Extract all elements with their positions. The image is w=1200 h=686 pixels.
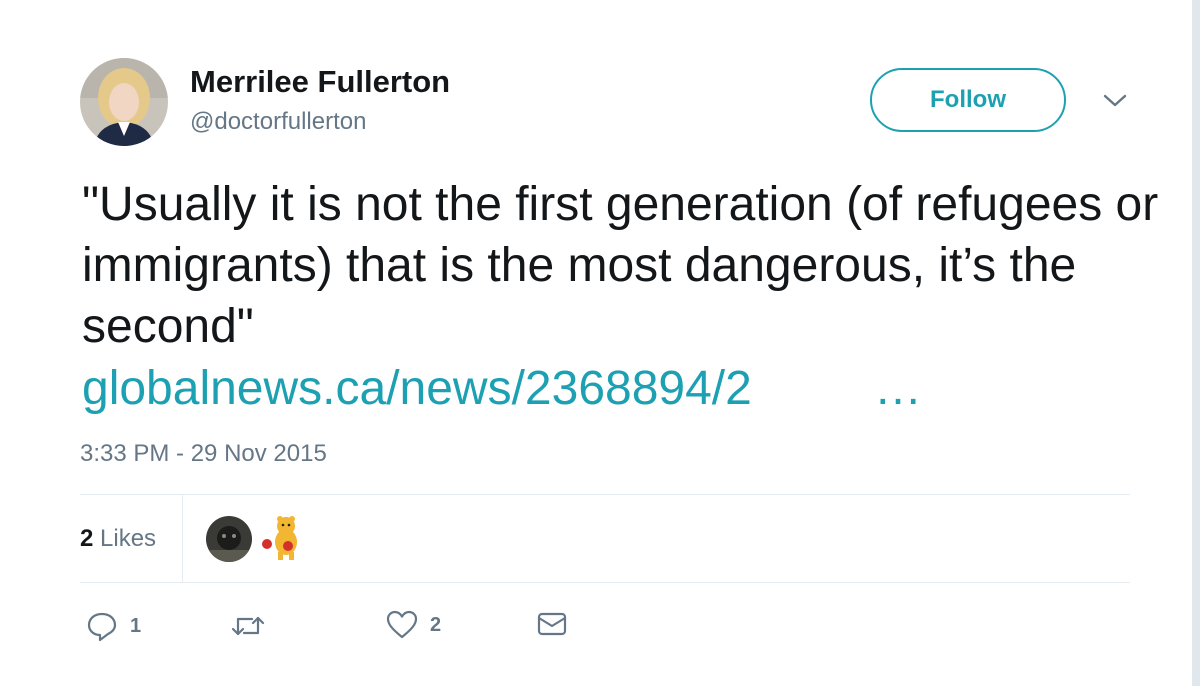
likes-stat[interactable]: 2 Likes — [80, 525, 156, 553]
reply-button[interactable]: 1 — [86, 610, 141, 642]
retweet-icon — [231, 616, 265, 636]
envelope-icon — [537, 612, 567, 636]
like-button[interactable]: 2 — [386, 610, 441, 640]
chevron-down-icon[interactable] — [1102, 90, 1128, 110]
likes-label: Likes — [100, 525, 157, 552]
divider-vertical — [182, 494, 183, 582]
heart-icon — [386, 610, 418, 639]
tweet-link-ellipsis[interactable]: … — [874, 358, 922, 419]
divider-bottom — [80, 582, 1130, 583]
liker-avatar[interactable] — [258, 514, 306, 562]
direct-message-button[interactable] — [536, 610, 568, 638]
tweet-link[interactable]: globalnews.ca/news/2368894/2 — [82, 358, 752, 419]
reply-icon — [87, 612, 117, 642]
tweet-text: "Usually it is not the first generation … — [82, 178, 1159, 353]
reply-count: 1 — [130, 614, 142, 637]
author-handle[interactable]: @doctorfullerton — [190, 108, 366, 136]
tweet-timestamp[interactable]: 3:33 PM - 29 Nov 2015 — [80, 440, 327, 468]
like-count: 2 — [430, 613, 442, 636]
follow-button[interactable]: Follow — [870, 68, 1066, 132]
tweet-card: Merrilee Fullerton @doctorfullerton Foll… — [0, 0, 1192, 686]
author-avatar[interactable] — [80, 58, 168, 146]
divider-top — [80, 494, 1130, 495]
retweet-button[interactable] — [230, 610, 278, 642]
likes-count: 2 — [80, 525, 94, 552]
author-name[interactable]: Merrilee Fullerton — [190, 64, 450, 100]
liker-avatar[interactable] — [206, 516, 252, 562]
